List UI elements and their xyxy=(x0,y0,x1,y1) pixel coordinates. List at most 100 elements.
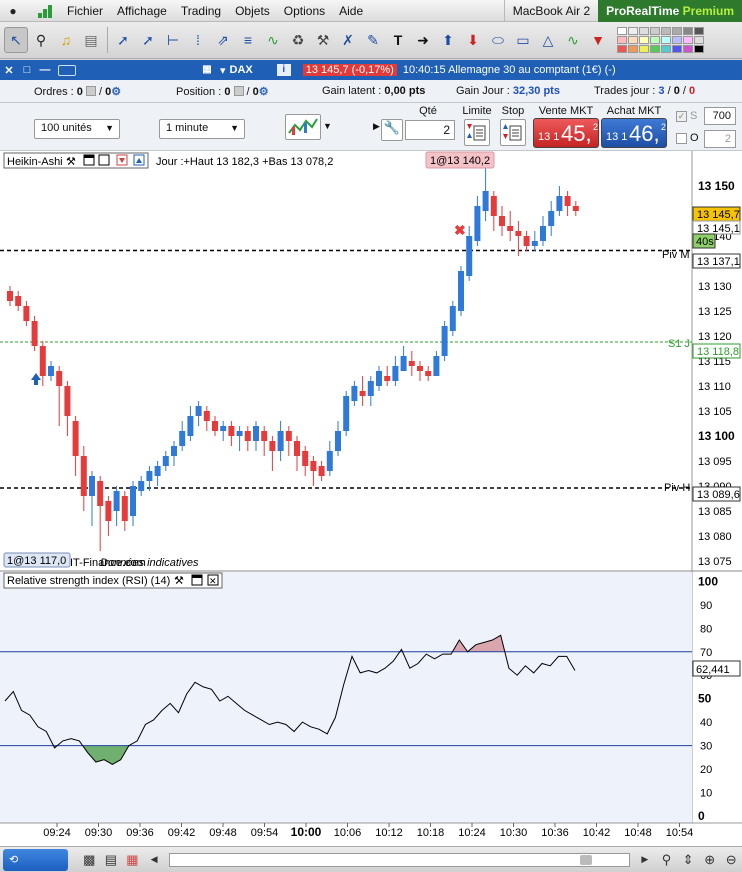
pointer-icon[interactable]: ↖ xyxy=(4,27,28,53)
candle-body[interactable] xyxy=(408,361,415,366)
o-input[interactable]: 2 xyxy=(704,130,736,148)
scroll-left-icon[interactable]: ◀ xyxy=(143,854,165,865)
candle-body[interactable] xyxy=(15,296,22,306)
candle-body[interactable] xyxy=(236,431,243,436)
candle-body[interactable] xyxy=(417,366,423,371)
limit-order-button[interactable] xyxy=(464,119,490,146)
candle-body[interactable] xyxy=(89,476,95,496)
position-gear-icon[interactable]: ⚙ xyxy=(259,86,269,98)
candle-body[interactable] xyxy=(105,501,112,521)
candle-body[interactable] xyxy=(97,481,104,506)
candle-body[interactable] xyxy=(113,491,120,511)
candle-body[interactable] xyxy=(400,356,407,371)
candle-body[interactable] xyxy=(244,431,251,441)
instrument-chevron-icon[interactable]: ▾ xyxy=(220,64,226,77)
candle-body[interactable] xyxy=(56,371,63,386)
share-button[interactable]: ⟲ Partager xyxy=(3,848,69,871)
position-close-icon[interactable] xyxy=(233,86,244,96)
zoom-time-icon[interactable]: ⇕ xyxy=(677,852,699,868)
orders-gear-icon[interactable]: ⚙ xyxy=(111,86,121,98)
candle-body[interactable] xyxy=(507,226,514,231)
candle-body[interactable] xyxy=(376,371,382,386)
candle-body[interactable] xyxy=(392,366,399,381)
indicator-wrench-icon[interactable]: ⚒ xyxy=(66,156,76,168)
candle-body[interactable] xyxy=(458,271,464,311)
orders-cancel-icon[interactable] xyxy=(85,86,96,96)
candle-body[interactable] xyxy=(195,406,202,416)
chart-canvas[interactable]: 13 15013 14513 14013 13513 13013 12513 1… xyxy=(0,151,742,848)
candle-body[interactable] xyxy=(572,206,579,211)
candle-body[interactable] xyxy=(64,386,71,416)
chart-type-chevron-icon[interactable]: ▼ xyxy=(323,121,332,131)
stop-order-button[interactable] xyxy=(500,119,526,146)
fan-tool-icon[interactable]: ▼ xyxy=(586,27,610,53)
candle-body[interactable] xyxy=(179,431,186,446)
candle-body[interactable] xyxy=(285,431,292,441)
candle-body[interactable] xyxy=(23,306,30,321)
ruler-icon[interactable]: ▤ xyxy=(79,27,103,53)
candle-body[interactable] xyxy=(335,431,341,451)
sell-market-button[interactable]: 13 1 45, 2 xyxy=(533,118,599,148)
candle-body[interactable] xyxy=(466,236,473,276)
candle-body[interactable] xyxy=(203,411,210,421)
candle-body[interactable] xyxy=(302,451,309,466)
chart-area[interactable]: 13 15013 14513 14013 13513 13013 12513 1… xyxy=(0,151,742,848)
minimize-icon[interactable]: — xyxy=(36,64,54,76)
menu-affichage[interactable]: Affichage xyxy=(110,4,174,18)
candle-body[interactable] xyxy=(433,356,440,376)
fibonacci-icon[interactable]: ≡ xyxy=(236,27,260,53)
s-checkbox[interactable]: ✓ xyxy=(676,111,687,122)
menu-aide[interactable]: Aide xyxy=(332,4,370,18)
candle-body[interactable] xyxy=(253,426,259,441)
candle-body[interactable] xyxy=(359,391,366,396)
candle-body[interactable] xyxy=(441,326,448,356)
menu-options[interactable]: Options xyxy=(277,4,332,18)
keyboard-icon[interactable] xyxy=(58,64,76,76)
arrow-down-icon[interactable]: ⬇ xyxy=(461,27,485,53)
segment-tool-icon[interactable]: ➚ xyxy=(111,27,135,53)
candle-body[interactable] xyxy=(72,421,79,456)
candle-body[interactable] xyxy=(474,206,481,241)
pen-tool-icon[interactable]: ✎ xyxy=(361,27,385,53)
qty-input[interactable]: 2 xyxy=(405,120,455,140)
candle-body[interactable] xyxy=(171,446,177,456)
wrench-button[interactable]: 🔧 xyxy=(381,119,403,141)
candle-body[interactable] xyxy=(228,426,235,436)
info-icon[interactable]: i xyxy=(276,64,291,76)
candle-body[interactable] xyxy=(7,291,13,301)
candle-body[interactable] xyxy=(564,196,571,206)
candle-body[interactable] xyxy=(39,346,46,376)
candle-body[interactable] xyxy=(490,196,497,216)
scroll-thumb[interactable] xyxy=(579,854,592,865)
zoom-in-icon[interactable]: ⊕ xyxy=(699,852,721,868)
menu-objets[interactable]: Objets xyxy=(228,4,277,18)
candle-body[interactable] xyxy=(146,471,153,481)
candle-body[interactable] xyxy=(449,306,456,331)
horizontal-line-icon[interactable]: ⊢ xyxy=(161,27,185,53)
candle-body[interactable] xyxy=(515,231,522,236)
candle-body[interactable] xyxy=(162,456,169,466)
candle-body[interactable] xyxy=(548,211,555,226)
hammer-icon[interactable]: ⚒ xyxy=(311,27,335,53)
candle-body[interactable] xyxy=(154,466,161,476)
candle-body[interactable] xyxy=(318,466,325,476)
regression-icon[interactable]: ∿ xyxy=(261,27,285,53)
list-icon[interactable]: ▤ xyxy=(100,852,122,868)
close-icon[interactable]: ✕ xyxy=(0,64,18,77)
sell-marker-icon[interactable]: ✖ xyxy=(454,222,466,238)
rsi-wrench-icon[interactable]: ⚒ xyxy=(174,575,184,587)
candle-body[interactable] xyxy=(187,416,194,436)
apple-menu-icon[interactable]: ● xyxy=(0,4,26,18)
candle-body[interactable] xyxy=(310,461,317,471)
zoom-auto-icon[interactable]: ⚲ xyxy=(656,852,678,868)
maximize-icon[interactable]: □ xyxy=(18,64,36,76)
candle-body[interactable] xyxy=(499,216,505,226)
timeframe-select[interactable]: 1 minute ▼ xyxy=(159,119,245,139)
candle-body[interactable] xyxy=(130,486,136,516)
arrow-right-icon[interactable]: ➜ xyxy=(411,27,435,53)
trash-icon[interactable]: ♻ xyxy=(286,27,310,53)
alert-bell-icon[interactable]: ♫ xyxy=(54,27,78,53)
chart-type-button[interactable] xyxy=(285,114,321,140)
menu-trading[interactable]: Trading xyxy=(174,4,228,18)
candle-body[interactable] xyxy=(326,451,333,471)
